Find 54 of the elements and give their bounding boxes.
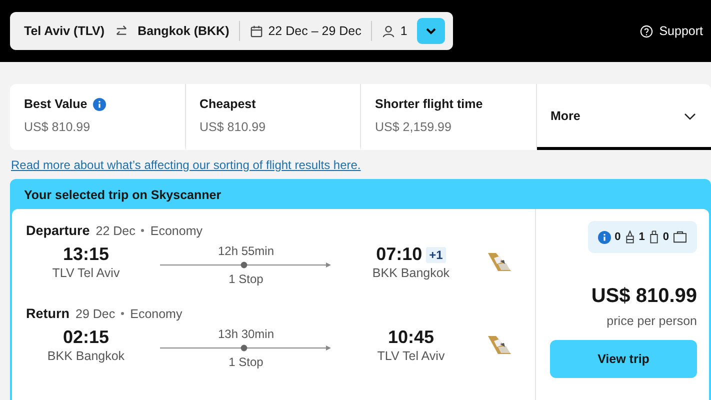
arrival-time: 10:45	[388, 327, 434, 348]
flight-duration: 13h 30min	[218, 327, 274, 341]
suitcase-icon	[648, 230, 659, 244]
dates-text: 22 Dec – 29 Dec	[268, 24, 362, 38]
cabin-class: Economy	[150, 224, 202, 238]
search-summary[interactable]: Tel Aviv (TLV) Bangkok (BKK) 22 Dec – 29 Dec 1	[10, 12, 454, 50]
airline-logo	[486, 335, 512, 355]
card-title: Your selected trip on Skyscanner	[24, 188, 222, 202]
cabin-class: Economy	[130, 307, 182, 321]
bag-count: 1	[638, 231, 645, 243]
bag-icon	[624, 230, 635, 244]
luggage-icon	[673, 231, 687, 243]
stops-text: 1 Stop	[228, 355, 264, 369]
sort-tab[interactable]: Best Value US$ 810.99	[10, 84, 186, 150]
expand-button[interactable]	[417, 18, 446, 44]
tab-label: Best Value	[24, 97, 88, 111]
arrival-airport: TLV Tel Aviv	[377, 349, 445, 363]
stops-text: 1 Stop	[228, 272, 264, 286]
tab-price: US$ 810.99	[200, 120, 267, 134]
day-offset-badge: +1	[426, 246, 446, 262]
bag-count: 0	[614, 231, 621, 243]
sort-tab[interactable]: Shorter flight time US$ 2,159.99	[361, 84, 536, 150]
sorting-info-link[interactable]: Read more about what’s affecting our sorting of flight results here.	[11, 158, 711, 172]
arrival-airport: BKK Bangkok	[372, 266, 450, 280]
travellers-text: 1	[400, 24, 408, 38]
departure-airport: BKK Bangkok	[47, 349, 125, 363]
trip-price: US$ 810.99	[591, 285, 697, 308]
support-link[interactable]: Support	[640, 24, 703, 38]
person-icon	[382, 24, 396, 38]
swap-icon	[114, 24, 128, 38]
origin-text: Tel Aviv (TLV)	[24, 24, 105, 38]
sort-tab[interactable]: More	[536, 84, 711, 150]
price-note: price per person	[606, 314, 697, 328]
flight-duration: 12h 55min	[218, 244, 274, 258]
sort-tab[interactable]: Cheapest US$ 810.99	[186, 84, 361, 150]
leg-date: 29 Dec	[76, 307, 116, 321]
arrival-time: 07:10	[376, 244, 422, 265]
info-icon	[598, 230, 611, 244]
leg-label: Return	[26, 306, 70, 321]
departure-time: 13:15	[62, 244, 110, 265]
leg-date: 22 Dec	[96, 224, 136, 238]
airline-logo	[486, 252, 512, 272]
tab-price: US$ 2,159.99	[375, 120, 452, 134]
departure-airport: TLV Tel Aviv	[52, 266, 120, 280]
departure-time: 02:15	[62, 327, 110, 348]
leg-label: Departure	[26, 223, 90, 238]
tab-price: US$ 810.99	[24, 120, 92, 134]
tab-label: Cheapest	[200, 97, 256, 111]
view-trip-button[interactable]: View trip	[550, 340, 697, 378]
help-icon	[640, 24, 654, 38]
tab-label: Shorter flight time	[375, 97, 483, 111]
bag-count: 0	[662, 231, 669, 243]
calendar-icon	[250, 24, 264, 38]
destination-text: Bangkok (BKK)	[138, 24, 230, 38]
